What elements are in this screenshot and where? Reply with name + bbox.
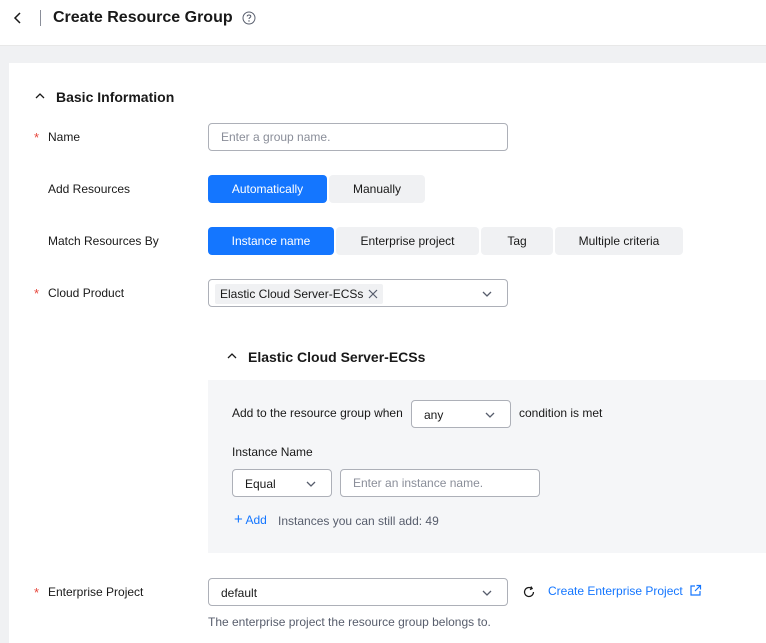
collapse-basic-icon[interactable]	[34, 90, 46, 102]
match-resources-label: Match Resources By	[48, 234, 159, 248]
match-enterprise-project-button[interactable]: Enterprise project	[336, 227, 479, 255]
add-resources-label: Add Resources	[48, 182, 131, 196]
header-divider	[40, 10, 41, 26]
enterprise-project-label: Enterprise Project	[48, 585, 144, 599]
operator-value: Equal	[245, 477, 276, 491]
page-header: Create Resource Group	[0, 0, 766, 46]
enterprise-project-value: default	[221, 586, 258, 600]
add-condition-button[interactable]: + Add	[234, 511, 267, 528]
add-manually-button[interactable]: Manually	[329, 175, 425, 203]
condition-match-select[interactable]: any	[411, 400, 511, 428]
instance-name-input[interactable]	[340, 469, 540, 497]
selected-product-label: Elastic Cloud Server-ECSs	[220, 287, 364, 301]
refresh-icon[interactable]	[522, 585, 536, 599]
instances-remaining-text: Instances you can still add: 49	[278, 514, 439, 528]
cloud-product-label: Cloud Product	[48, 286, 125, 300]
required-marker: *	[34, 286, 40, 301]
instance-name-label: Instance Name	[232, 445, 313, 459]
external-link-icon[interactable]	[689, 584, 702, 597]
match-instance-name-button[interactable]: Instance name	[208, 227, 334, 255]
add-automatically-button[interactable]: Automatically	[208, 175, 327, 203]
create-enterprise-project-link[interactable]: Create Enterprise Project	[548, 584, 683, 598]
cloud-product-select[interactable]: Elastic Cloud Server-ECSs	[208, 279, 508, 307]
required-marker: *	[34, 130, 40, 145]
basic-info-title: Basic Information	[56, 89, 175, 105]
name-label: Name	[48, 130, 81, 144]
required-marker: *	[34, 585, 40, 600]
chevron-down-icon	[482, 590, 492, 596]
ecs-section-title: Elastic Cloud Server-ECSs	[248, 349, 426, 365]
condition-match-value: any	[424, 408, 444, 422]
operator-select[interactable]: Equal	[232, 469, 332, 497]
collapse-ecs-icon[interactable]	[226, 350, 238, 362]
page-title: Create Resource Group	[53, 9, 233, 26]
remove-tag-icon[interactable]	[367, 288, 379, 300]
match-tag-button[interactable]: Tag	[481, 227, 553, 255]
match-multiple-criteria-button[interactable]: Multiple criteria	[555, 227, 683, 255]
selected-product-tag: Elastic Cloud Server-ECSs	[215, 284, 384, 304]
chevron-down-icon	[485, 412, 495, 418]
group-name-input[interactable]	[208, 123, 508, 151]
help-icon[interactable]	[242, 11, 256, 25]
enterprise-project-select[interactable]: default	[208, 578, 508, 606]
add-condition-label: Add	[245, 513, 267, 527]
back-arrow-icon[interactable]	[10, 10, 26, 26]
condition-prefix-text: Add to the resource group when	[232, 406, 403, 420]
enterprise-project-hint: The enterprise project the resource grou…	[208, 615, 491, 629]
chevron-down-icon	[306, 481, 316, 487]
chevron-down-icon	[482, 291, 492, 297]
condition-suffix-text: condition is met	[519, 406, 603, 420]
plus-icon: +	[234, 511, 243, 528]
